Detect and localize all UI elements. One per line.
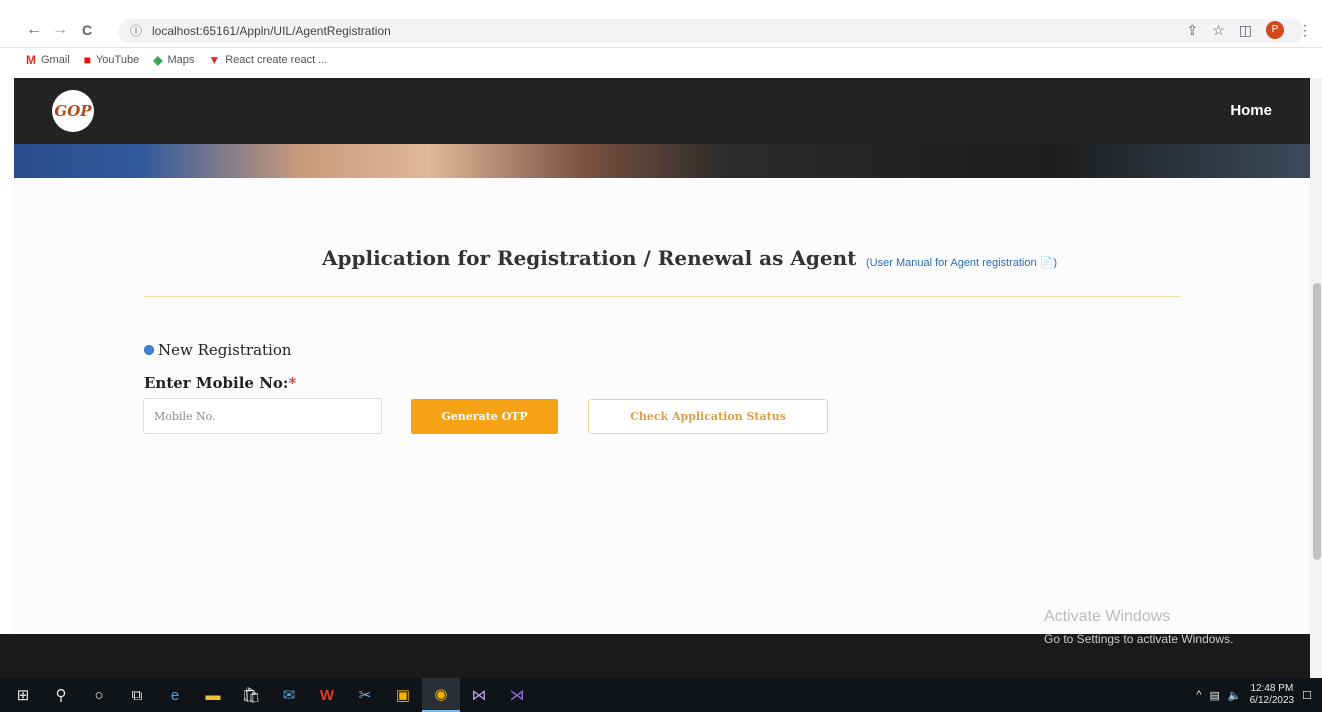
start-icon[interactable]: ⊞: [4, 678, 42, 712]
bookmark-star-icon[interactable]: ☆: [1212, 20, 1225, 40]
mobile-label-text: Enter Mobile No:: [144, 374, 289, 392]
task-view-icon[interactable]: ⧉: [118, 678, 156, 712]
vs-code-icon[interactable]: ⋈: [460, 678, 498, 712]
side-panel-icon[interactable]: ◫: [1239, 20, 1252, 40]
bookmark-label: YouTube: [95, 54, 140, 66]
bookmarks-bar: M Gmail ■ YouTube ◆ Maps ▼ React create …: [0, 48, 1322, 72]
back-button[interactable]: ←: [26, 20, 42, 40]
file-explorer-icon[interactable]: ▬: [194, 678, 232, 712]
notifications-icon[interactable]: ☐: [1302, 689, 1312, 702]
page-title: Application for Registration / Renewal a…: [322, 246, 857, 270]
visual-studio-icon[interactable]: ⋊: [498, 678, 536, 712]
address-bar[interactable]: ⓘ localhost:65161/Appln/UIL/AgentRegistr…: [118, 19, 1304, 43]
chrome-icon[interactable]: ◉: [422, 678, 460, 712]
clock[interactable]: 12:48 PM 6/12/2023: [1250, 683, 1295, 707]
react-icon: ▼: [208, 53, 221, 67]
clock-time: 12:48 PM: [1250, 683, 1294, 694]
share-icon[interactable]: ⇪: [1186, 20, 1198, 40]
site-info-icon[interactable]: ⓘ: [130, 22, 142, 39]
search-icon[interactable]: ⚲: [42, 678, 80, 712]
clock-date: 6/12/2023: [1249, 695, 1295, 706]
wps-icon[interactable]: W: [308, 678, 346, 712]
site-header: GOP Home: [14, 78, 1310, 144]
title-divider: [144, 296, 1181, 297]
user-manual-link[interactable]: (User Manual for Agent registration 📄): [866, 256, 1057, 269]
mobile-input[interactable]: [143, 398, 382, 434]
site-logo[interactable]: GOP: [52, 90, 94, 132]
nav-home-link[interactable]: Home: [1230, 102, 1272, 119]
scrollbar-thumb[interactable]: [1313, 283, 1321, 560]
volume-icon[interactable]: 🔈: [1228, 689, 1242, 702]
radio-label: New Registration: [158, 341, 292, 359]
radio-selected-icon[interactable]: [144, 345, 154, 355]
bookmark-maps[interactable]: ◆ Maps: [153, 53, 194, 67]
hero-banner-image: [14, 144, 1310, 178]
bookmark-react[interactable]: ▼ React create react ...: [208, 53, 327, 67]
reload-button[interactable]: C: [82, 20, 92, 40]
store-icon[interactable]: 🛍: [232, 678, 270, 712]
url-text[interactable]: localhost:65161/Appln/UIL/AgentRegistrat…: [152, 24, 391, 38]
activate-windows-subtitle: Go to Settings to activate Windows.: [1044, 632, 1234, 646]
maps-icon: ◆: [153, 53, 163, 67]
forward-button[interactable]: →: [52, 20, 68, 40]
paint-icon[interactable]: ▣: [384, 678, 422, 712]
windows-taskbar: ⊞ ⚲ ○ ⧉ e ▬ 🛍 ✉ W ✂ ▣ ◉ ⋈ ⋊ ^ ▤ 🔈 12:48 …: [0, 678, 1322, 712]
system-tray: ^ ▤ 🔈 12:48 PM 6/12/2023 ☐: [1196, 678, 1322, 712]
gmail-icon: M: [26, 53, 36, 67]
youtube-icon: ■: [83, 53, 91, 67]
menu-icon[interactable]: ⋮: [1298, 20, 1312, 40]
mail-icon[interactable]: ✉: [270, 678, 308, 712]
bookmark-gmail[interactable]: M Gmail: [26, 53, 70, 67]
network-icon[interactable]: ▤: [1210, 689, 1220, 702]
tray-overflow-icon[interactable]: ^: [1196, 689, 1201, 701]
mobile-field-label: Enter Mobile No:*: [144, 374, 296, 392]
activate-windows-title: Activate Windows: [1044, 608, 1171, 625]
generate-otp-button[interactable]: Generate OTP: [411, 399, 558, 434]
edge-icon[interactable]: e: [156, 678, 194, 712]
check-status-button[interactable]: Check Application Status: [588, 399, 828, 434]
bookmark-label: Gmail: [41, 54, 70, 66]
bookmark-youtube[interactable]: ■ YouTube: [84, 53, 139, 67]
required-asterisk: *: [288, 374, 297, 392]
profile-avatar[interactable]: P: [1266, 21, 1284, 39]
bookmark-label: Maps: [167, 54, 195, 66]
browser-toolbar: ← → C ⓘ localhost:65161/Appln/UIL/AgentR…: [0, 0, 1322, 48]
snipping-tool-icon[interactable]: ✂: [346, 678, 384, 712]
new-registration-option[interactable]: New Registration: [144, 341, 292, 359]
cortana-icon[interactable]: ○: [80, 678, 118, 712]
bookmark-label: React create react ...: [225, 54, 328, 66]
